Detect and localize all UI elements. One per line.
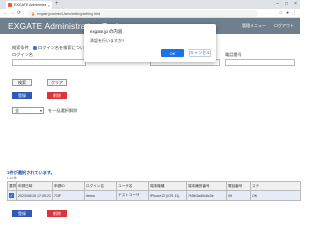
browser-tab-bar: EXGATE Administration Tool × + – □ × (0, 0, 300, 9)
table-cell: 2023/08/15 17:05:21 (16, 190, 53, 201)
dialog-title: exgate.jp の内容 (90, 29, 123, 34)
table-cell: テストユーザ (116, 190, 149, 201)
register-button-top[interactable]: 登録 (12, 92, 32, 99)
search-button[interactable]: 検索 (12, 79, 32, 86)
table-row[interactable]: ✓ 2023/08/15 17:05:21 7/3F demo テストユーザ i… (7, 190, 301, 201)
column-header[interactable]: 端末識別番号 (186, 181, 227, 191)
page-size-select[interactable]: 全 ▾ (12, 107, 44, 114)
column-header[interactable]: 端末機種 (148, 181, 187, 191)
phone-input[interactable] (225, 59, 295, 66)
column-header[interactable]: ユーザ名 (116, 181, 149, 191)
checkbox-checked-icon: ✓ (9, 193, 14, 198)
table-cell: 7f4fb3ad9c8c3e (186, 190, 227, 201)
maximize-icon[interactable]: □ (282, 0, 291, 9)
url-text: exgate.jp/admin/Users/setting/setting.ht… (37, 11, 101, 16)
table-cell: 09 (226, 190, 251, 201)
dialog-ok-button[interactable]: OK (161, 49, 184, 57)
header-link-menu[interactable]: 管理メニュー (242, 23, 266, 29)
column-header[interactable]: ログイン名 (84, 181, 117, 191)
bulk-deselect-text[interactable]: を一括選択解除 (48, 108, 77, 114)
star-icon[interactable]: ☆ (278, 10, 282, 17)
column-header[interactable]: 電話番号 (226, 181, 251, 191)
profile-icon[interactable]: ● (286, 10, 289, 17)
column-header[interactable]: ステ (250, 181, 301, 191)
new-tab-icon[interactable]: + (55, 1, 59, 8)
tab-close-icon[interactable]: × (48, 3, 50, 8)
search-mode-radio[interactable]: ログイン名を検索について (33, 45, 88, 51)
delete-button-bottom[interactable]: 削除 (47, 210, 67, 217)
row-checkbox[interactable]: ✓ (7, 190, 17, 201)
clear-button[interactable]: クリア (47, 79, 67, 86)
column-header[interactable]: 申請日時 (16, 181, 53, 191)
login-label: ログイン名 (12, 52, 33, 57)
phone-label: 電話番号 (225, 52, 242, 57)
radio-icon (33, 45, 37, 50)
login-input[interactable] (12, 59, 86, 66)
table-cell: 7/3F (52, 190, 85, 201)
window-controls: – □ × (273, 0, 300, 9)
url-input[interactable]: 🔒 exgate.jp/admin/Users/setting/setting.… (28, 10, 258, 17)
column-header[interactable]: 申請ID (52, 181, 85, 191)
address-bar: ← → ⟳ 🔒 exgate.jp/admin/Users/setting/se… (0, 9, 300, 18)
tab-title: EXGATE Administration Tool (14, 3, 46, 7)
chevron-down-icon: ▾ (39, 108, 42, 113)
forward-icon[interactable]: → (10, 10, 15, 17)
table-header-row: 選択 申請日時 申請ID ログイン名 ユーザ名 端末機種 端末識別番号 電話番号… (7, 181, 301, 191)
results-table: 選択 申請日時 申請ID ログイン名 ユーザ名 端末機種 端末識別番号 電話番号… (7, 181, 301, 201)
reload-icon[interactable]: ⟳ (17, 10, 21, 17)
dialog-message: 承認を行いますか? (90, 38, 125, 43)
window-close-icon[interactable]: × (291, 0, 300, 9)
table-cell: OK (250, 190, 301, 201)
minimize-icon[interactable]: – (273, 0, 282, 9)
favicon-icon (8, 3, 12, 7)
column-header[interactable]: 選択 (7, 181, 17, 191)
table-cell: demo (84, 190, 117, 201)
table-cell: iPhone12 (iOS 11) (148, 190, 187, 201)
register-button-bottom[interactable]: 登録 (12, 210, 32, 217)
lock-icon: 🔒 (31, 11, 36, 16)
dialog-cancel-button[interactable]: キャンセル (189, 49, 211, 57)
back-icon[interactable]: ← (3, 10, 8, 17)
condition-label: 検索条件 (12, 45, 29, 50)
confirm-dialog: exgate.jp の内容 承認を行いますか? OK キャンセル (84, 24, 216, 62)
header-link-logout[interactable]: ログアウト (274, 23, 294, 29)
browser-tab[interactable]: EXGATE Administration Tool × (6, 1, 52, 9)
result-range: 1-1/1件 (7, 176, 17, 180)
menu-icon[interactable]: ⋮ (292, 10, 297, 17)
delete-button-top[interactable]: 削除 (47, 92, 67, 99)
